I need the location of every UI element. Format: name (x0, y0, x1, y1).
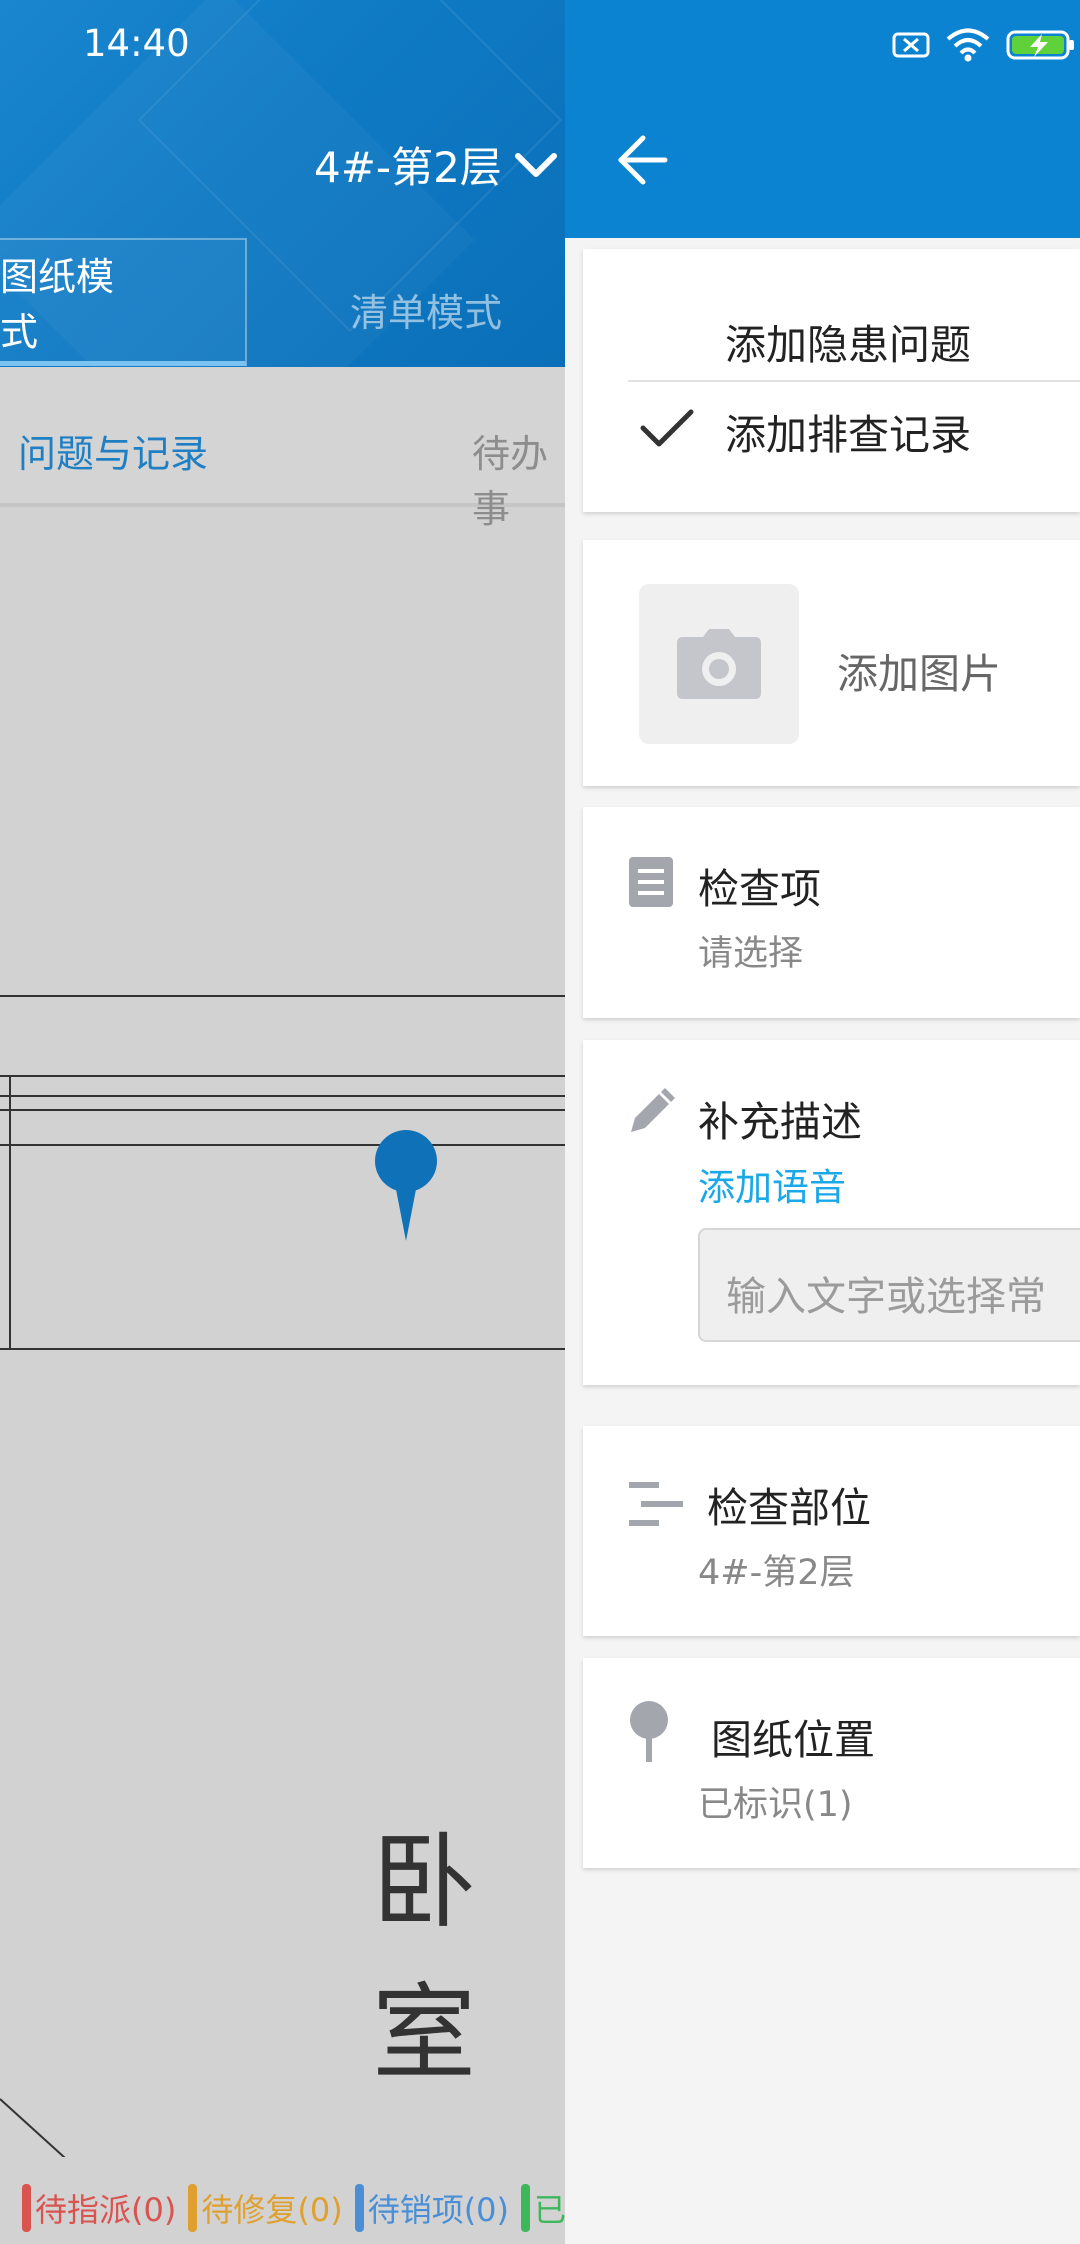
floor-plan-drawing[interactable]: 卧室 (0, 507, 565, 2168)
legend-item-pending-repair[interactable]: 待修复(0) (188, 2184, 343, 2232)
battery-charging-icon (1006, 30, 1074, 60)
legend-label: 待修复(0) (201, 2191, 343, 2229)
description-input[interactable]: 输入文字或选择常 (698, 1228, 1080, 1342)
map-pin-icon (630, 1701, 668, 1762)
legend-color-bar (22, 2184, 31, 2232)
legend-color-bar (188, 2184, 198, 2232)
pencil-icon (631, 1088, 675, 1132)
option-add-inspection-record[interactable]: 添加排查记录 (725, 401, 971, 461)
floor-selector-label: 4#-第2层 (314, 143, 502, 192)
check-item-title: 检查项 (698, 865, 821, 913)
record-type-card: 添加隐患问题 添加排查记录 (583, 249, 1080, 512)
background-subtabs: 问题与记录 待办事 (0, 367, 565, 531)
drawing-position-card[interactable]: 图纸位置 已标识(1) (583, 1658, 1080, 1868)
status-legend: 待指派(0) 待修复(0) 待销项(0) 已 (0, 2172, 566, 2244)
legend-item-pending-assign[interactable]: 待指派(0) (22, 2184, 176, 2232)
status-time: 14:40 (83, 22, 190, 65)
photo-card: 添加图片 (583, 540, 1080, 786)
legend-item-closed[interactable]: 已 (521, 2184, 566, 2232)
map-pin-icon[interactable] (374, 1129, 438, 1241)
legend-item-pending-close[interactable]: 待销项(0) (354, 2184, 510, 2232)
legend-label: 待销项(0) (367, 2191, 510, 2229)
no-sim-icon (892, 32, 930, 58)
description-card: 补充描述 添加语音 输入文字或选择常 (583, 1040, 1080, 1385)
background-header: 14:40 4#-第2层 图纸模式 清单模式 (0, 0, 565, 367)
legend-label: 已 (534, 2191, 567, 2229)
add-photo-label: 添加图片 (837, 650, 1001, 698)
legend-color-bar (354, 2184, 364, 2232)
option-add-hazard[interactable]: 添加隐患问题 (725, 311, 971, 371)
drawer-header (565, 0, 1080, 238)
check-location-value: 4#-第2层 (698, 1553, 855, 1593)
floor-selector[interactable]: 4#-第2层 (314, 134, 558, 195)
legend-color-bar (521, 2184, 531, 2232)
wifi-icon (946, 28, 990, 62)
check-item-value: 请选择 (698, 934, 804, 974)
tab-drawing-mode[interactable]: 图纸模式 (0, 238, 247, 366)
chevron-down-icon (514, 152, 557, 177)
camera-icon (677, 629, 761, 699)
check-icon (640, 409, 694, 447)
tab-list-mode[interactable]: 清单模式 (350, 282, 502, 337)
list-document-icon (629, 857, 673, 907)
room-label: 卧室 (372, 1821, 479, 2094)
drawing-position-title: 图纸位置 (711, 1716, 875, 1764)
add-photo-button[interactable] (639, 584, 799, 744)
description-title: 补充描述 (698, 1098, 862, 1146)
option-divider (628, 380, 1080, 382)
check-location-card[interactable]: 检查部位 4#-第2层 (583, 1426, 1080, 1636)
check-item-card[interactable]: 检查项 请选择 (583, 807, 1080, 1018)
tab-issues-records[interactable]: 问题与记录 (18, 423, 208, 478)
legend-label: 待指派(0) (35, 2191, 177, 2229)
back-arrow-icon[interactable] (615, 132, 671, 188)
add-record-drawer: 添加隐患问题 添加排查记录 添加图片 检查项 请选择 补充描述 添加语音 输入文… (565, 0, 1080, 2244)
drawing-position-value: 已标识(1) (698, 1785, 853, 1825)
status-icons (892, 28, 1080, 62)
align-lines-icon (629, 1482, 683, 1526)
add-voice-link[interactable]: 添加语音 (698, 1157, 846, 1211)
check-location-title: 检查部位 (707, 1484, 871, 1532)
